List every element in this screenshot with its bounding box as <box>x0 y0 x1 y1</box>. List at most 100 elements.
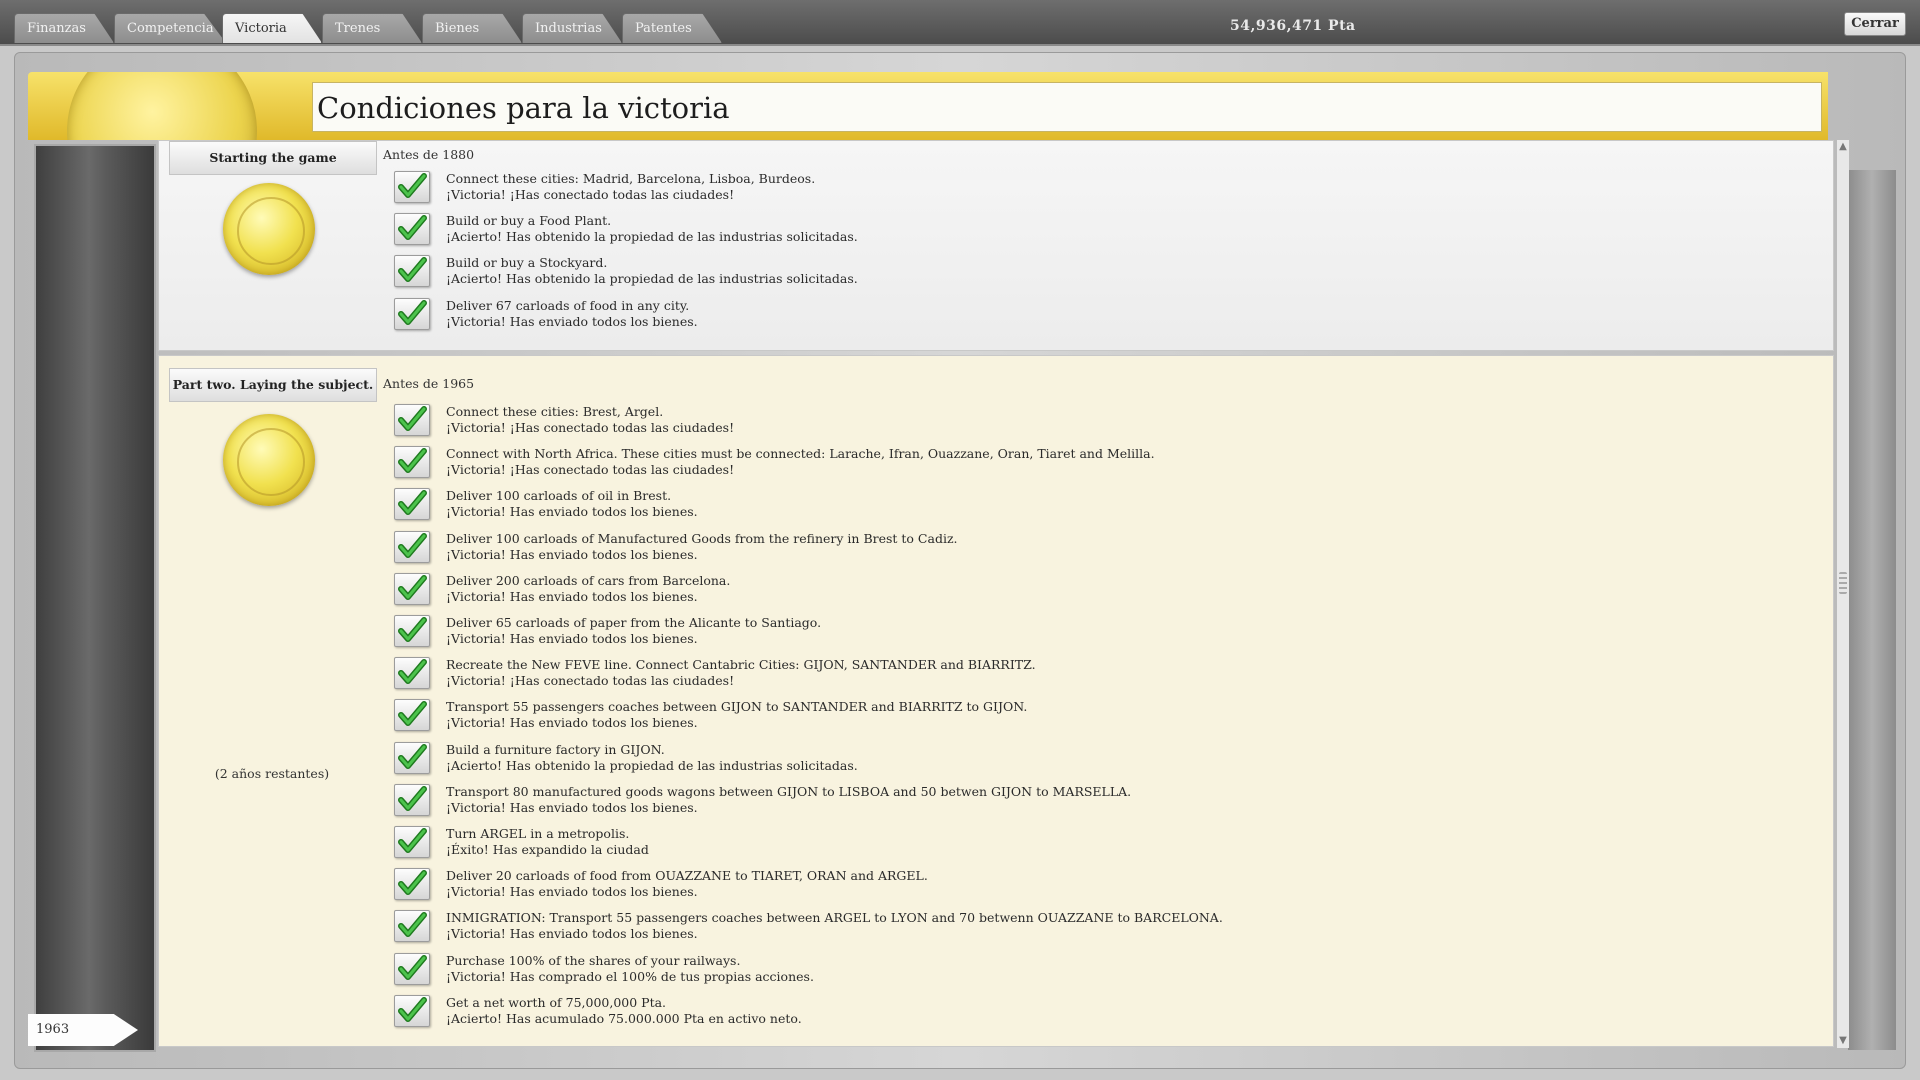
condition-status: ¡Victoria! Has enviado todos los bienes. <box>446 631 698 646</box>
condition-goal: Recreate the New FEVE line. Connect Cant… <box>446 657 1036 673</box>
condition-text: Deliver 67 carloads of food in any city.… <box>446 298 1646 330</box>
money-display: 54,936,471 Pta <box>1230 18 1356 34</box>
condition-goal: Transport 55 passengers coaches between … <box>446 699 1028 715</box>
condition-goal: Get a net worth of 75,000,000 Pta. <box>446 994 667 1010</box>
checkmark-icon <box>394 952 430 985</box>
section-label: Part two. Laying the subject. <box>169 368 377 402</box>
scroll-grip[interactable] <box>1839 572 1847 594</box>
checkmark-icon <box>394 255 430 288</box>
checkmark-icon <box>394 171 430 203</box>
condition-text: Build or buy a Stockyard. ¡Acierto! Has o… <box>446 255 1646 287</box>
condition-text: Deliver 65 carloads of paper from the Al… <box>446 615 1646 647</box>
condition-status: ¡Victoria! Has enviado todos los bienes. <box>446 715 698 731</box>
condition-text: Deliver 20 carloads of food from OUAZZAN… <box>446 868 1646 900</box>
condition-goal: Deliver 20 carloads of food from OUAZZAN… <box>446 868 928 884</box>
condition-status: ¡Victoria! Has enviado todos los bienes. <box>446 546 698 562</box>
checkmark-icon <box>394 699 430 732</box>
condition-text: Transport 55 passengers coaches between … <box>446 699 1646 731</box>
condition-text: Deliver 100 carloads of Manufactured Goo… <box>446 531 1646 563</box>
condition-status: ¡Acierto! Has obtenido la propiedad de l… <box>446 271 858 287</box>
condition-text: Get a net worth of 75,000,000 Pta. ¡Acier… <box>446 995 1646 1027</box>
checkmark-icon <box>394 615 430 647</box>
condition-text: Deliver 200 carloads of cars from Barcel… <box>446 573 1646 605</box>
condition-goal: Deliver 65 carloads of paper from the Al… <box>446 615 822 630</box>
condition-goal: Build a furniture factory in GIJON. <box>446 741 665 757</box>
condition-status: ¡Victoria! ¡Has conectado todas las ciud… <box>446 673 735 689</box>
condition-text: Connect with North Africa. These cities … <box>446 446 1646 478</box>
checkmark-icon <box>394 826 430 858</box>
condition-text: INMIGRATION: Transport 55 passengers coa… <box>446 910 1646 942</box>
condition-goal: Build or buy a Stockyard. <box>446 255 608 271</box>
checkmark-icon <box>394 657 430 690</box>
tab-trenes[interactable]: Trenes <box>322 13 422 43</box>
checkmark-icon <box>394 994 430 1027</box>
checkmark-icon <box>394 297 430 330</box>
large-medal-icon <box>55 72 270 140</box>
condition-status: ¡Victoria! ¡Has conectado todas las ciud… <box>446 462 735 478</box>
condition-goal: Transport 80 manufactured goods wagons b… <box>446 783 1132 799</box>
checkmark-icon <box>394 741 430 774</box>
condition-goal: Connect with North Africa. These cities … <box>446 446 1155 462</box>
tab-competencia[interactable]: Competencia <box>114 13 226 43</box>
checkmark-icon <box>394 488 430 521</box>
years-remaining: (2 años restantes) <box>214 766 330 781</box>
condition-goal: Connect these cities: Brest, Argel. <box>446 404 664 419</box>
condition-goal: Build or buy a Food Plant. <box>446 213 612 229</box>
checkmark-icon <box>394 404 430 436</box>
close-button[interactable]: Cerrar <box>1844 12 1906 36</box>
condition-goal: Deliver 200 carloads of cars from Barcel… <box>446 572 731 588</box>
scroll-down-arrow-icon[interactable]: ▼ <box>1837 1034 1849 1048</box>
tab-victoria[interactable]: Victoria <box>222 13 322 43</box>
condition-status: ¡Victoria! Has comprado el 100% de tus p… <box>446 968 814 984</box>
condition-text: Connect these cities: Brest, Argel. ¡Vict… <box>446 404 1646 436</box>
section-starting-the-game: Starting the game Antes de 1880 Connect … <box>158 140 1834 351</box>
condition-text: Purchase 100% of the shares of your rail… <box>446 953 1646 985</box>
left-panel <box>34 144 156 1052</box>
condition-status: ¡Victoria! Has enviado todos los bienes. <box>446 884 698 900</box>
top-tab-bar: Finanzas Competencia Victoria Trenes Bienes I… <box>0 0 1920 46</box>
condition-text: Recreate the New FEVE line. Connect Cant… <box>446 657 1646 689</box>
condition-text: Connect these cities: Madrid, Barcelona,… <box>446 171 1646 203</box>
checkmark-icon <box>394 910 430 943</box>
section-part-two: Part two. Laying the subject. Antes de 1… <box>158 355 1834 1047</box>
condition-goal: Purchase 100% of the shares of your rail… <box>446 952 741 968</box>
condition-status: ¡Acierto! Has obtenido la propiedad de l… <box>446 229 858 245</box>
condition-text: Build or buy a Food Plant. ¡Acierto! Has … <box>446 213 1646 245</box>
condition-goal: Deliver 100 carloads of Manufactured Goo… <box>446 530 958 546</box>
section-deadline: Antes de 1965 <box>383 376 475 391</box>
checkmark-icon <box>394 213 430 246</box>
tab-bienes[interactable]: Bienes <box>422 13 522 43</box>
tab-industrias[interactable]: Industrias <box>522 13 622 43</box>
condition-status: ¡Victoria! ¡Has conectado todas las ciud… <box>446 420 735 435</box>
checkmark-icon <box>394 783 430 816</box>
scroll-up-arrow-icon[interactable]: ▲ <box>1837 140 1849 154</box>
checkmark-icon <box>394 868 430 901</box>
tab-patentes[interactable]: Patentes <box>622 13 722 43</box>
checkmark-icon <box>394 572 430 605</box>
condition-goal: Deliver 67 carloads of food in any city. <box>446 297 690 313</box>
condition-text: Turn ARGEL in a metropolis. ¡Éxito! Has e… <box>446 826 1646 858</box>
checkmark-icon <box>394 446 430 479</box>
condition-status: ¡Victoria! Has enviado todos los bienes. <box>446 504 698 520</box>
condition-text: Transport 80 manufactured goods wagons b… <box>446 784 1646 816</box>
condition-status: ¡Acierto! Has acumulado 75.000.000 Pta e… <box>446 1010 802 1026</box>
vertical-scrollbar[interactable]: ▲ ▼ <box>1836 140 1849 1048</box>
medal-icon <box>223 183 315 275</box>
condition-status: ¡Victoria! Has enviado todos los bienes. <box>446 313 698 329</box>
condition-text: Build a furniture factory in GIJON. ¡Acie… <box>446 742 1646 774</box>
condition-goal: INMIGRATION: Transport 55 passengers coa… <box>446 910 1223 926</box>
checkmark-icon <box>394 530 430 563</box>
page-title: Condiciones para la victoria <box>312 82 1822 132</box>
condition-status: ¡Victoria! Has enviado todos los bienes. <box>446 799 698 815</box>
condition-text: Deliver 100 carloads of oil in Brest. ¡Vi… <box>446 488 1646 520</box>
tab-finanzas[interactable]: Finanzas <box>14 13 114 43</box>
condition-status: ¡Éxito! Has expandido la ciudad <box>446 842 649 857</box>
condition-status: ¡Acierto! Has obtenido la propiedad de l… <box>446 757 858 773</box>
condition-goal: Connect these cities: Madrid, Barcelona,… <box>446 171 816 186</box>
condition-goal: Turn ARGEL in a metropolis. <box>446 826 630 841</box>
section-deadline: Antes de 1880 <box>383 147 475 162</box>
right-panel <box>1848 170 1896 1050</box>
condition-status: ¡Victoria! Has enviado todos los bienes. <box>446 926 698 942</box>
condition-status: ¡Victoria! Has enviado todos los bienes. <box>446 588 698 604</box>
condition-goal: Deliver 100 carloads of oil in Brest. <box>446 488 672 504</box>
